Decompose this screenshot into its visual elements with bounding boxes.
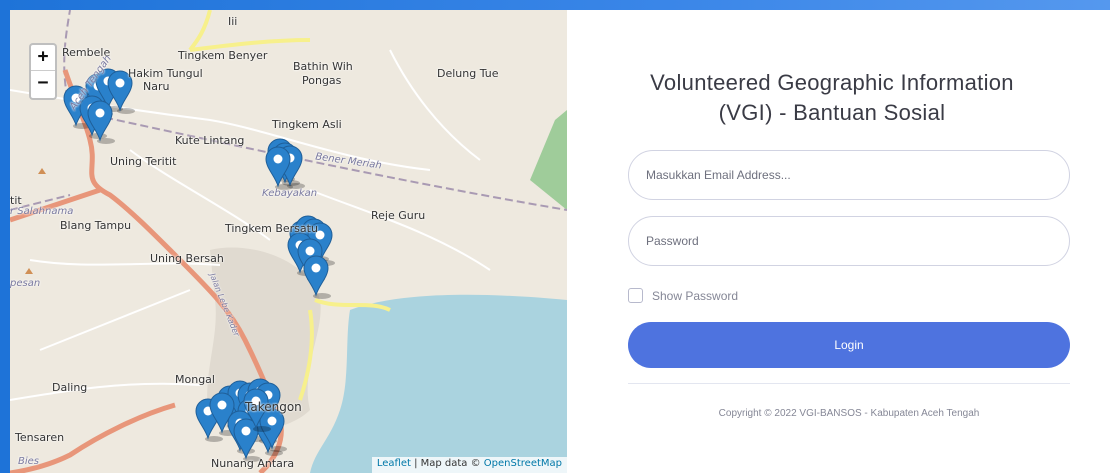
divider: [628, 383, 1070, 384]
place-label: Kebayakan: [262, 188, 318, 199]
page: Iii Rembele Tingkem Benyer Hakim Tungul …: [0, 0, 1110, 473]
title-line-1: Volunteered Geographic Information: [650, 70, 1014, 95]
peak-marker: [38, 168, 46, 174]
leaflet-link[interactable]: Leaflet: [377, 458, 411, 469]
map-view[interactable]: Iii Rembele Tingkem Benyer Hakim Tungul …: [10, 10, 567, 473]
zoom-in-button[interactable]: +: [31, 45, 55, 71]
lake-laut-tawar: [310, 294, 567, 473]
place-label: pesan: [10, 278, 41, 289]
login-button[interactable]: Login: [628, 322, 1070, 368]
place-label: Takengon: [245, 400, 302, 414]
map-attribution: Leaflet | Map data © OpenStreetMap: [371, 457, 567, 473]
zoom-out-button[interactable]: −: [31, 71, 55, 97]
place-label: Tensaren: [15, 431, 65, 444]
top-accent-bar: [0, 0, 1110, 10]
place-label: Tingkem Asli: [272, 118, 342, 131]
peak-marker: [25, 268, 33, 274]
place-label: Daling: [52, 381, 88, 394]
place-label: Bathin Wih: [293, 60, 353, 73]
zoom-control: + −: [29, 43, 57, 100]
copyright-text: Copyright © 2022 VGI-BANSOS - Kabupaten …: [718, 408, 980, 419]
openstreetmap-link[interactable]: OpenStreetMap: [484, 458, 562, 469]
place-label: Kute Lintang: [175, 134, 245, 147]
attribution-text: | Map data ©: [410, 458, 484, 469]
email-input[interactable]: [628, 150, 1070, 200]
place-label: Hakim Tungul: [128, 67, 203, 80]
place-label: Mongal: [175, 373, 215, 386]
place-label: Iii: [228, 15, 238, 28]
place-label: Delung Tue: [437, 67, 499, 80]
place-label: Uning Teritit: [110, 155, 177, 168]
left-accent-bar: [0, 0, 10, 473]
show-password-label: Show Password: [652, 288, 739, 303]
forest-area: [530, 110, 567, 210]
place-label: Uning Bersah: [150, 252, 224, 265]
login-panel: Volunteered Geographic Information (VGI)…: [567, 10, 1110, 473]
show-password-checkbox[interactable]: [628, 288, 643, 303]
place-label: Blang Tampu: [60, 219, 132, 232]
place-label: Tingkem Bersatu: [225, 222, 318, 235]
place-label: r Salahnama: [10, 206, 74, 217]
show-password-toggle[interactable]: Show Password: [628, 288, 738, 303]
page-title: Volunteered Geographic Information (VGI)…: [617, 68, 1047, 128]
place-label: Naru: [143, 80, 170, 93]
place-label: Nunang Antara: [211, 457, 295, 470]
title-line-2: (VGI) - Bantuan Sosial: [718, 100, 946, 125]
place-label: Tingkem Benyer: [178, 49, 268, 62]
place-label: Bies: [18, 456, 40, 467]
password-input[interactable]: [628, 216, 1070, 266]
place-label: Pongas: [302, 74, 342, 87]
place-label: Reje Guru: [371, 209, 426, 222]
